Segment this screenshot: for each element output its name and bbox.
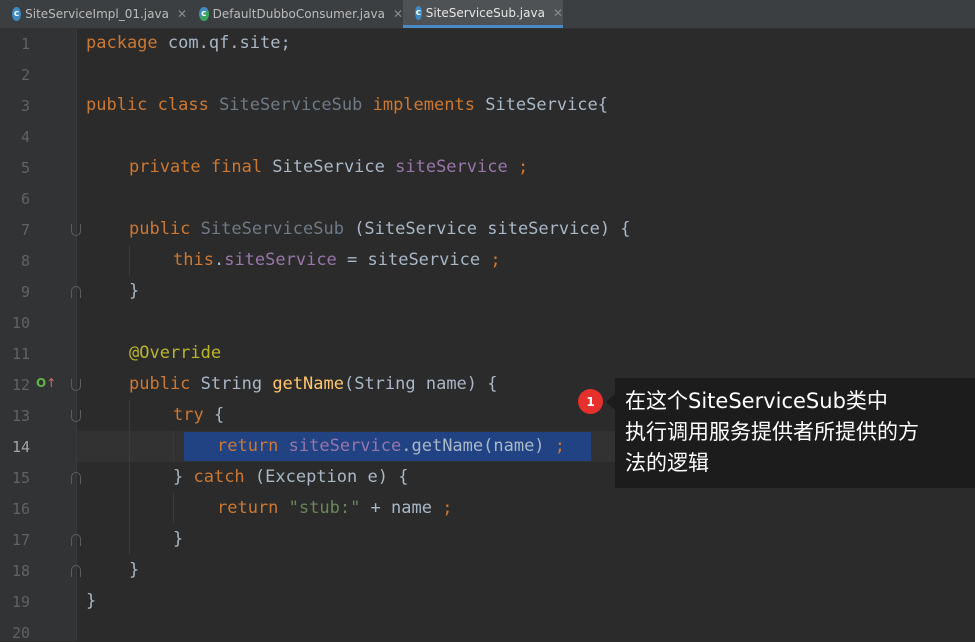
code-line-15: } catch (Exception e) { (173, 467, 409, 487)
close-icon[interactable]: ✕ (393, 7, 403, 21)
java-runnable-class-icon: c (199, 7, 209, 21)
indent-guide (129, 245, 130, 276)
code-line-12: public String getName(String name) { (129, 374, 498, 394)
line-number: 17 (11, 531, 30, 549)
annotation-line: 执行调用服务提供者所提供的方 (625, 420, 919, 444)
tab-default-dubbo-consumer[interactable]: c DefaultDubboConsumer.java ✕ (187, 0, 403, 28)
fold-marker[interactable] (71, 410, 81, 422)
editor-tab-bar: c SiteServiceImpl_01.java ✕ c DefaultDub… (0, 0, 975, 29)
arrow-up-icon: ↑ (46, 376, 57, 390)
tab-label: SiteServiceImpl_01.java (25, 7, 169, 21)
line-number: 1 (20, 35, 30, 53)
line-number: 20 (11, 624, 30, 642)
code-line-18: } (129, 560, 140, 580)
annotation-callout: 在这个SiteServiceSub类中 执行调用服务提供者所提供的方 法的逻辑 (606, 378, 975, 488)
line-number: 19 (11, 593, 30, 611)
code-line-17: } (173, 529, 184, 549)
indent-guide (173, 493, 174, 524)
tab-site-service-sub[interactable]: c SiteServiceSub.java ✕ (403, 0, 563, 28)
line-number: 5 (20, 159, 30, 177)
indent-guide (173, 431, 174, 462)
code-line-7: public SiteServiceSub (SiteService siteS… (129, 219, 631, 239)
fold-marker[interactable] (71, 379, 81, 391)
line-number: 18 (11, 562, 30, 580)
code-line-16: return "stub:" + name ; (217, 498, 453, 518)
fold-marker[interactable] (71, 286, 81, 298)
line-number: 7 (20, 221, 30, 239)
line-number: 4 (20, 128, 30, 146)
line-number: 12 (11, 376, 30, 394)
java-class-icon: c (415, 5, 422, 20)
line-number: 9 (20, 283, 30, 301)
line-number: 11 (11, 345, 30, 363)
code-line-5: private final SiteService siteService ; (129, 157, 529, 177)
code-line-19: } (86, 591, 97, 611)
annotation-line: 法的逻辑 (625, 451, 709, 475)
code-line-13: try { (173, 405, 225, 425)
line-number: 10 (11, 314, 30, 332)
line-number: 2 (20, 66, 30, 84)
close-icon[interactable]: ✕ (177, 7, 187, 21)
indent-guide (129, 400, 130, 555)
line-number: 16 (11, 500, 30, 518)
tab-label: SiteServiceSub.java (425, 5, 545, 20)
line-number: 3 (20, 97, 30, 115)
java-class-icon: c (12, 7, 22, 21)
override-gutter-icon[interactable]: O↑ (36, 376, 56, 390)
line-number: 15 (11, 469, 30, 487)
fold-marker[interactable] (71, 534, 81, 546)
tab-label: DefaultDubboConsumer.java (212, 7, 385, 21)
fold-marker[interactable] (71, 565, 81, 577)
line-number-current: 14 (11, 438, 30, 456)
line-number: 6 (20, 190, 30, 208)
annotation-line: 在这个SiteServiceSub类中 (625, 389, 888, 413)
code-line-14: return siteService.getName(name) ; (217, 436, 566, 456)
code-line-11: @Override (129, 343, 222, 363)
close-icon[interactable]: ✕ (553, 6, 563, 20)
code-line-8: this.siteService = siteService ; (173, 250, 501, 270)
fold-marker[interactable] (71, 472, 81, 484)
fold-marker[interactable] (71, 224, 81, 236)
code-line-9: } (129, 281, 140, 301)
line-number-gutter[interactable] (0, 29, 77, 641)
code-line-3: public class SiteServiceSub implements S… (86, 95, 609, 115)
annotation-number-badge: 1 (578, 389, 603, 414)
line-number: 8 (20, 252, 30, 270)
code-line-1: package com.qf.site; (86, 33, 291, 53)
tab-site-service-impl[interactable]: c SiteServiceImpl_01.java ✕ (0, 0, 187, 28)
line-number: 13 (11, 407, 30, 425)
